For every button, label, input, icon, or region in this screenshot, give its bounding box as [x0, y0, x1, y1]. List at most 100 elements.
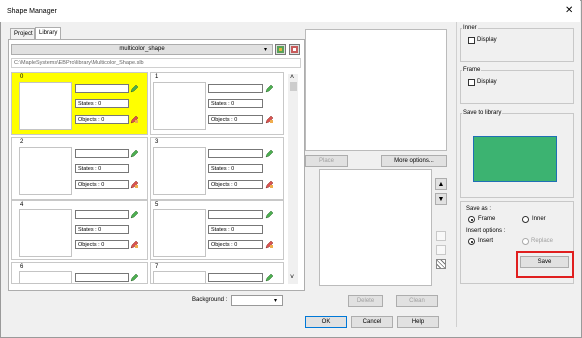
inner-display-checkbox[interactable]	[468, 37, 475, 44]
shape-cell-index: 3	[155, 139, 159, 145]
replace-label: Replace	[531, 238, 554, 244]
state-list[interactable]	[319, 169, 432, 286]
chevron-down-icon[interactable]: ˅	[290, 274, 294, 281]
state-paste-icon[interactable]	[436, 245, 446, 255]
states-count: States : 0	[208, 225, 263, 234]
chevron-down-icon: ▾	[274, 298, 278, 304]
edit-pencil-icon[interactable]	[129, 209, 140, 220]
shape-thumbnail	[153, 147, 206, 195]
library-path: C:\MapleSystems\EBPro\library\Multicolor…	[11, 58, 301, 68]
shape-preview-area	[305, 29, 447, 151]
shape-thumbnail	[153, 209, 206, 257]
insert-radio[interactable]	[468, 238, 475, 245]
save-as-frame-radio[interactable]	[468, 216, 475, 223]
window-title: Shape Manager	[7, 8, 57, 15]
move-up-button[interactable]: ▲	[435, 178, 447, 190]
move-down-button[interactable]: ▼	[435, 193, 447, 205]
help-button[interactable]: Help	[397, 316, 439, 328]
inner-title: Inner	[462, 25, 478, 31]
shape-cell-index: 7	[155, 264, 159, 270]
states-count: States : 0	[208, 99, 263, 108]
states-count: States : 0	[75, 164, 129, 173]
tab-project[interactable]: Project	[10, 28, 35, 39]
frame-display-label: Display	[477, 79, 497, 85]
shape-name-field	[208, 84, 263, 93]
triangle-down-icon: ▼	[437, 196, 445, 203]
shape-cell-index: 2	[20, 139, 24, 145]
insert-label: Insert	[478, 238, 494, 244]
triangle-up-icon: ▲	[437, 181, 445, 188]
objects-edit-icon[interactable]	[264, 239, 275, 250]
replace-radio[interactable]	[522, 238, 529, 245]
divider	[456, 22, 457, 327]
shape-cell-index: 4	[20, 202, 24, 208]
objects-edit-icon[interactable]	[264, 179, 275, 190]
shape-cell-index: 0	[20, 74, 24, 80]
chevron-down-icon: ▾	[264, 47, 268, 53]
shape-thumbnail	[153, 271, 206, 284]
save-as-inner-label: Inner	[532, 216, 546, 222]
edit-pencil-icon[interactable]	[264, 209, 275, 220]
shape-name-field	[75, 149, 129, 158]
new-library-button[interactable]	[275, 44, 286, 55]
cancel-button[interactable]: Cancel	[351, 316, 393, 328]
objects-count: Objects : 0	[75, 180, 129, 189]
shape-name-field	[75, 210, 129, 219]
objects-count: Objects : 0	[208, 115, 263, 124]
frame-display-checkbox[interactable]	[468, 79, 475, 86]
edit-pencil-icon[interactable]	[129, 148, 140, 159]
delete-button[interactable]: Delete	[348, 295, 383, 307]
objects-edit-icon[interactable]	[129, 114, 140, 125]
objects-count: Objects : 0	[75, 115, 129, 124]
pattern-icon[interactable]	[436, 259, 446, 269]
inner-group	[460, 28, 574, 62]
save-as-inner-radio[interactable]	[522, 216, 529, 223]
open-library-button[interactable]	[289, 44, 300, 55]
title-bar	[0, 0, 580, 22]
edit-pencil-icon[interactable]	[129, 83, 140, 94]
edit-pencil-icon[interactable]	[264, 83, 275, 94]
shape-thumbnail	[153, 82, 206, 130]
chevron-up-icon[interactable]: ˄	[290, 74, 294, 81]
save-as-frame-label: Frame	[478, 216, 496, 222]
edit-pencil-icon[interactable]	[264, 148, 275, 159]
place-button[interactable]: Place	[305, 155, 348, 167]
close-icon[interactable]: ✕	[565, 6, 573, 16]
shape-name-field	[208, 149, 263, 158]
edit-pencil-icon[interactable]	[129, 272, 140, 283]
objects-edit-icon[interactable]	[129, 179, 140, 190]
objects-count: Objects : 0	[75, 240, 129, 249]
state-copy-icon[interactable]	[436, 231, 446, 241]
shape-name-field	[75, 273, 129, 282]
library-select[interactable]: multicolor_shape	[11, 44, 273, 55]
library-scrollbar[interactable]	[288, 74, 298, 284]
save-to-library-title: Save to library	[462, 110, 503, 116]
frame-group	[460, 70, 574, 104]
shape-name-field	[75, 84, 129, 93]
shape-cell-index: 6	[20, 264, 24, 270]
objects-edit-icon[interactable]	[129, 239, 140, 250]
shape-cell-index: 1	[155, 74, 159, 80]
objects-edit-icon[interactable]	[264, 114, 275, 125]
save-button[interactable]: Save	[520, 256, 569, 268]
states-count: States : 0	[75, 225, 129, 234]
shape-name-field	[208, 210, 263, 219]
edit-pencil-icon[interactable]	[264, 272, 275, 283]
library-select-value: multicolor_shape	[119, 46, 165, 52]
more-options-button[interactable]: More options...	[381, 155, 447, 167]
library-add-icon	[277, 46, 284, 53]
shape-thumbnail	[19, 82, 72, 130]
objects-count: Objects : 0	[208, 240, 263, 249]
scrollbar-thumb[interactable]	[290, 82, 297, 91]
shape-thumbnail	[19, 271, 72, 284]
objects-count: Objects : 0	[208, 180, 263, 189]
shape-name-field	[208, 273, 263, 282]
clean-button[interactable]: Clean	[396, 295, 438, 307]
save-preview	[473, 136, 557, 182]
insert-options-label: Insert options :	[466, 228, 506, 234]
save-as-label: Save as :	[466, 206, 492, 212]
ok-button[interactable]: OK	[305, 316, 347, 328]
shape-thumbnail	[19, 147, 72, 195]
shape-cell-index: 5	[155, 202, 159, 208]
inner-display-label: Display	[477, 37, 497, 43]
